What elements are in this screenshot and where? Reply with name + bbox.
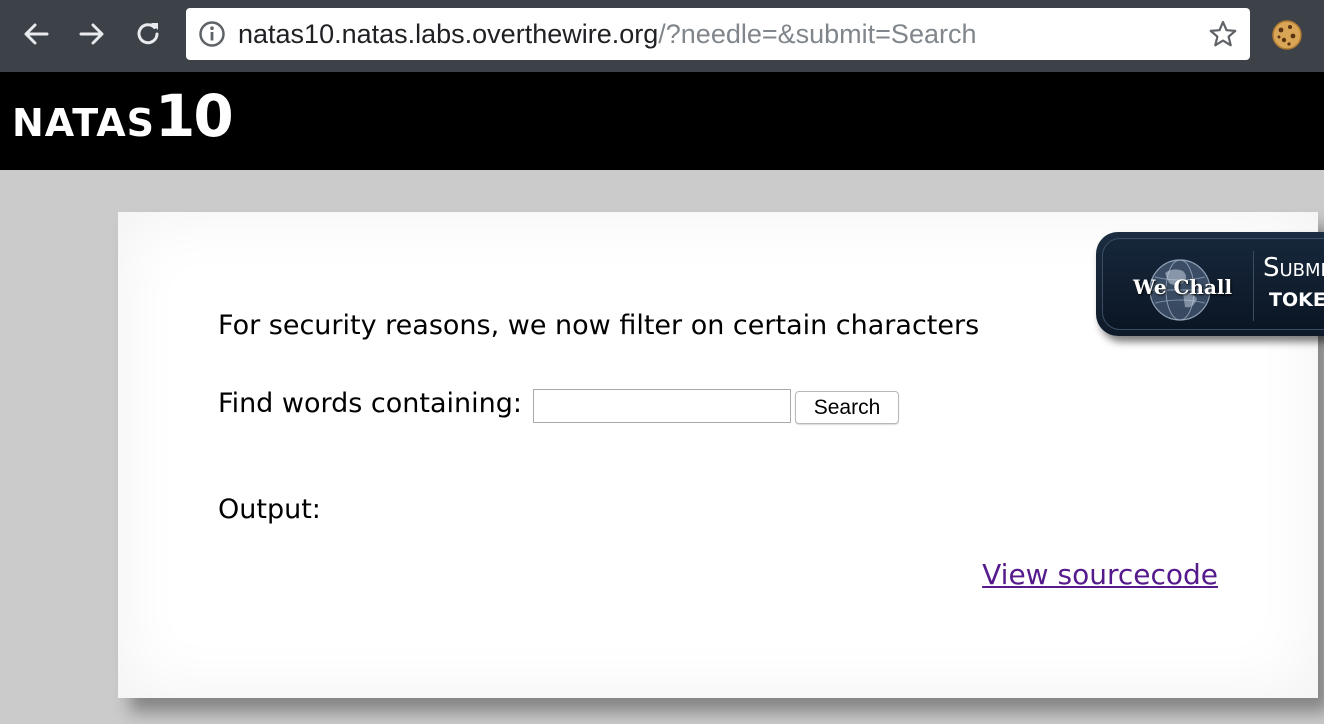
reload-icon (137, 23, 159, 45)
wechall-submit-text: Submit (1263, 253, 1324, 283)
back-button[interactable] (16, 14, 56, 54)
wechall-token-text: TOKEN (1269, 289, 1324, 311)
reload-button[interactable] (128, 14, 168, 54)
wechall-badge-inner: We Chall Submit TOKEN (1102, 238, 1324, 330)
site-title-word: NATAS (12, 101, 156, 145)
info-icon[interactable] (198, 20, 226, 48)
forward-arrow-icon (79, 23, 104, 45)
forward-button[interactable] (72, 14, 112, 54)
url-text: natas10.natas.labs.overthewire.org/?need… (238, 18, 976, 50)
wechall-name: We Chall (1133, 275, 1233, 299)
star-icon[interactable] (1208, 19, 1238, 49)
search-button[interactable]: Search (795, 391, 899, 424)
site-title: NATAS10 (12, 82, 234, 150)
search-label: Find words containing: (218, 388, 522, 419)
site-title-number: 10 (155, 82, 234, 150)
view-sourcecode-link[interactable]: View sourcecode (982, 558, 1218, 591)
security-notice: For security reasons, we now filter on c… (218, 310, 980, 341)
back-arrow-icon (24, 23, 49, 45)
wechall-submit-token-badge[interactable]: We Chall Submit TOKEN (1096, 232, 1324, 336)
cookie-icon[interactable] (1270, 18, 1304, 52)
url-host: natas10.natas.labs.overthewire.org (238, 19, 659, 49)
output-label: Output: (218, 494, 321, 525)
site-header: NATAS10 (0, 72, 1324, 170)
address-bar[interactable]: natas10.natas.labs.overthewire.org/?need… (186, 8, 1250, 60)
wechall-divider (1253, 251, 1254, 321)
search-input[interactable] (533, 389, 791, 423)
browser-toolbar: natas10.natas.labs.overthewire.org/?need… (0, 0, 1324, 72)
url-path: /?needle=&submit=Search (658, 19, 977, 49)
